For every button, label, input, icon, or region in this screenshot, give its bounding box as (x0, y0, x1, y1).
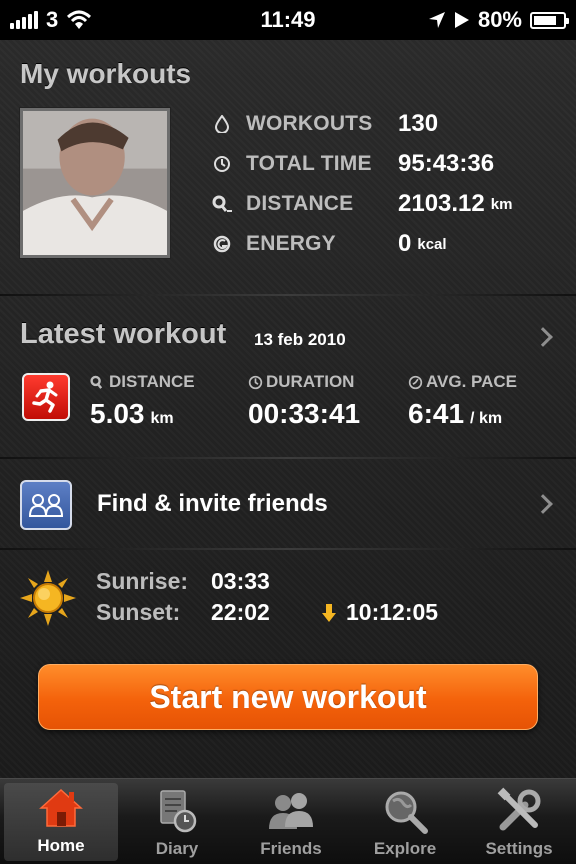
stat-total-time: TOTAL TIME 95:43:36 (212, 149, 494, 179)
tab-label: Settings (485, 839, 553, 858)
tab-label: Friends (260, 839, 322, 858)
energy-icon (212, 234, 232, 254)
start-workout-button[interactable]: Start new workout (38, 664, 538, 730)
sun-icon (20, 570, 76, 626)
latest-distance-value: 5.03 (90, 398, 145, 429)
latest-distance-unit: km (150, 410, 174, 427)
pace-icon (408, 375, 423, 389)
tab-settings[interactable]: Settings (462, 779, 576, 864)
latest-workout-date: 13 feb 2010 (254, 330, 346, 349)
latest-pace-unit: / km (470, 410, 503, 427)
divider (0, 548, 576, 550)
tab-explore[interactable]: Explore (348, 779, 462, 864)
drop-icon (212, 114, 232, 134)
stat-value: 0 (398, 230, 412, 257)
tab-bar: Home Diary Friends Explore Settings (0, 778, 576, 864)
diary-icon (160, 790, 197, 833)
latest-duration-label: DURATION (266, 372, 355, 391)
home-screen: My workouts WORKOUTS 130 TOTAL TIME 95:4… (0, 40, 576, 778)
settings-icon (497, 787, 541, 831)
stat-unit: km (490, 195, 513, 213)
distance-icon (212, 194, 232, 214)
play-icon (454, 12, 469, 28)
clock-icon (248, 375, 263, 389)
signal-icon (10, 11, 38, 29)
stat-label: TOTAL TIME (246, 152, 372, 175)
latest-distance: DISTANCE 5.03 km (90, 372, 195, 430)
friends-icon (269, 793, 313, 829)
carrier-label: 3 (46, 7, 59, 32)
day-length-value: 10:12:05 (346, 599, 439, 625)
stat-label: DISTANCE (246, 192, 354, 215)
friends-icon (20, 480, 72, 530)
sunset-label: Sunset: (96, 599, 181, 625)
sunset-value: 22:02 (211, 599, 270, 625)
latest-pace-label: AVG. PACE (426, 372, 517, 391)
sunrise-label: Sunrise: (96, 568, 189, 594)
explore-icon (385, 791, 428, 834)
arrow-down-icon (322, 603, 336, 622)
stat-energy: ENERGY 0 kcal (212, 229, 447, 259)
latest-distance-label: DISTANCE (109, 372, 195, 391)
chevron-right-icon (533, 494, 553, 514)
divider (0, 294, 576, 296)
tab-friends[interactable]: Friends (234, 779, 348, 864)
stat-value: 2103.12 (398, 190, 485, 217)
latest-duration: DURATION 00:33:41 (248, 372, 360, 430)
wifi-icon (67, 10, 92, 29)
clock-icon (212, 154, 232, 174)
running-icon (22, 373, 70, 421)
sunrise-value: 03:33 (211, 568, 270, 594)
tab-label: Home (37, 836, 85, 855)
stat-unit: kcal (417, 235, 447, 253)
latest-duration-value: 00:33:41 (248, 398, 361, 429)
avatar[interactable] (20, 108, 170, 258)
divider (0, 457, 576, 459)
tab-diary[interactable]: Diary (120, 779, 234, 864)
stat-distance: DISTANCE 2103.12 km (212, 189, 512, 219)
battery-icon (530, 11, 569, 29)
latest-workout-title: Latest workout (20, 318, 227, 350)
tab-home[interactable]: Home (4, 783, 118, 861)
location-arrow-icon (428, 12, 445, 28)
stat-label: ENERGY (246, 232, 336, 255)
distance-icon (90, 375, 103, 389)
my-workouts-title: My workouts (20, 58, 192, 89)
latest-pace: AVG. PACE 6:41 / km (408, 372, 517, 430)
status-bar: 3 11:49 80% (0, 0, 576, 40)
stat-value: 95:43:36 (398, 150, 495, 177)
stat-value: 130 (398, 110, 439, 137)
home-icon (39, 788, 83, 827)
stat-workouts: WORKOUTS 130 (212, 109, 438, 139)
tab-label: Explore (373, 839, 437, 858)
latest-pace-value: 6:41 (408, 398, 465, 429)
stat-label: WORKOUTS (246, 112, 373, 135)
chevron-right-icon (533, 327, 553, 347)
day-length: 10:12:05 (322, 599, 438, 626)
tab-label: Diary (155, 839, 199, 858)
battery-percent: 80% (477, 7, 522, 32)
find-friends-label: Find & invite friends (97, 490, 328, 517)
